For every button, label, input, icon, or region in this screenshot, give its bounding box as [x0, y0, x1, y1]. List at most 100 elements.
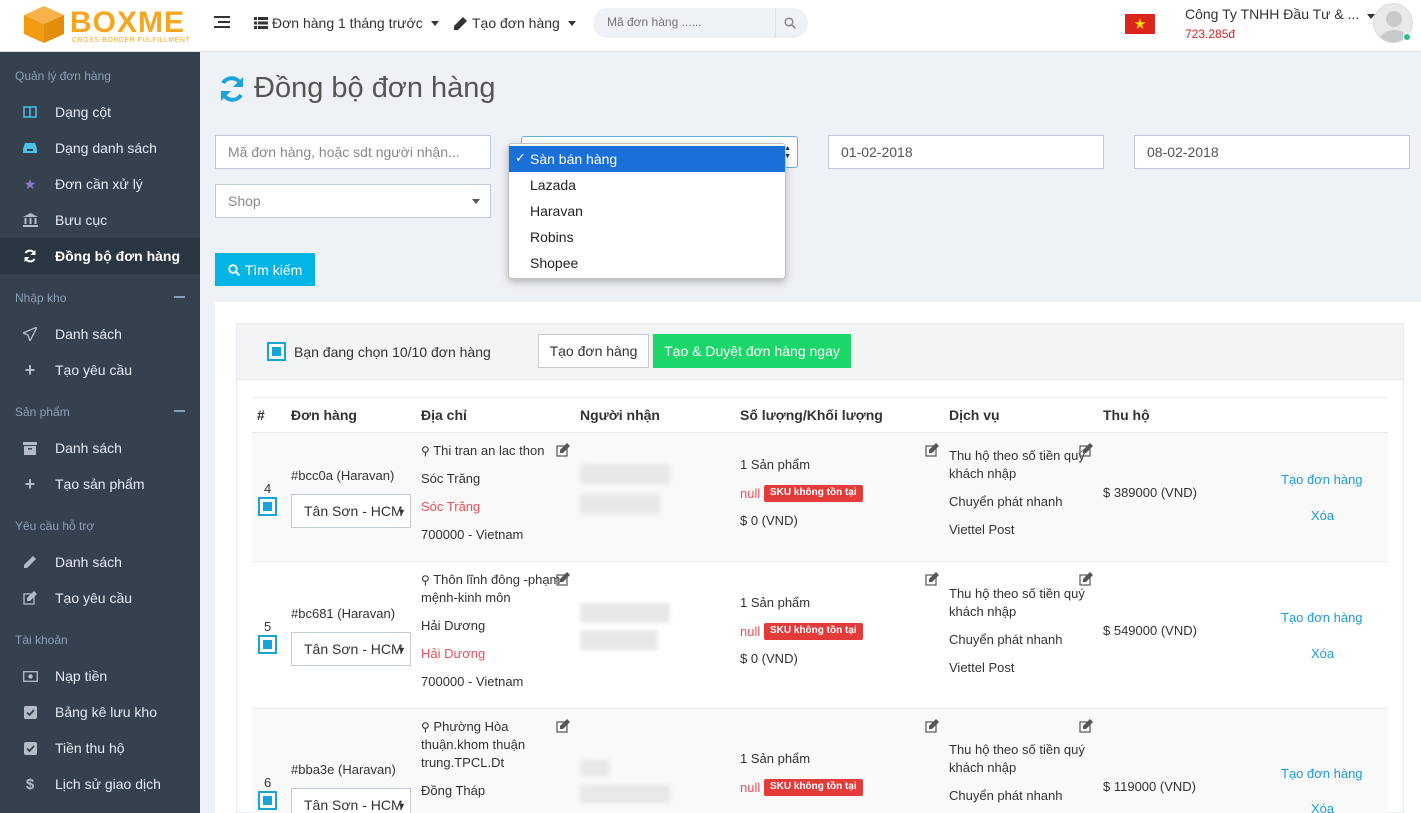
date-from-input[interactable]: 01-02-2018	[828, 135, 1104, 169]
edit-service-icon[interactable]	[1079, 443, 1093, 457]
create-order-menu[interactable]: Tạo đơn hàng	[453, 15, 576, 31]
shop-select[interactable]: Shop	[215, 184, 491, 218]
create-order-label: Tạo đơn hàng	[472, 15, 560, 31]
marketplace-dropdown: ✓ Sàn bán hàng Lazada Haravan Robins Sho…	[508, 143, 786, 279]
sidebar-item-storage-statement[interactable]: Bảng kê lưu kho	[0, 694, 200, 730]
sidebar-item-inbound-list[interactable]: Danh sách	[0, 316, 200, 352]
address-postal: 700000 - Vietnam	[421, 674, 524, 689]
create-order-link[interactable]: Tạo đơn hàng	[1281, 610, 1363, 625]
row-number: 4	[264, 481, 272, 496]
column-header-number: #	[257, 407, 265, 423]
edit-address-icon[interactable]	[556, 443, 570, 457]
page-title: Đồng bộ đơn hàng	[218, 72, 496, 105]
menu-toggle-icon[interactable]	[214, 15, 230, 29]
chevron-down-icon	[430, 20, 439, 26]
edit-service-icon[interactable]	[1079, 719, 1093, 733]
create-orders-button[interactable]: Tạo đơn hàng	[538, 334, 649, 368]
pencil-icon	[22, 554, 38, 570]
search-icon	[228, 263, 240, 276]
order-code: #bba3e (Haravan)	[291, 762, 396, 777]
select-all-checkbox[interactable]	[267, 342, 286, 361]
collapse-icon[interactable]	[174, 296, 185, 298]
sidebar-item-transactions[interactable]: $ Lịch sử giao dịch	[0, 766, 200, 802]
dropdown-option-shopee[interactable]: Shopee	[509, 250, 785, 276]
create-approve-button[interactable]: Tạo & Duyệt đơn hàng ngay	[653, 334, 851, 368]
sidebar-section-products: Sản phẩm	[15, 405, 70, 419]
sidebar-item-deposit[interactable]: Nạp tiền	[0, 658, 200, 694]
edit-address-icon[interactable]	[556, 719, 570, 733]
sku-null: null	[740, 780, 761, 795]
create-order-link[interactable]: Tạo đơn hàng	[1281, 766, 1363, 781]
delete-link[interactable]: Xóa	[1311, 508, 1334, 523]
address-province-warning: Hải Dương	[421, 646, 486, 661]
dropdown-option-robins[interactable]: Robins	[509, 224, 785, 250]
company-menu[interactable]: Công Ty TNHH Đầu Tư & ...	[1185, 6, 1376, 22]
address-line: ⚲ Thi tran an lac thon	[421, 443, 545, 458]
sidebar-item-post-office[interactable]: Bưu cục	[0, 202, 200, 238]
recipient-phone-redacted	[580, 630, 658, 650]
recipient-name-redacted	[580, 760, 610, 776]
row-checkbox[interactable]	[258, 497, 277, 516]
sku-null: null	[740, 486, 761, 501]
vietnam-flag-icon[interactable]	[1125, 14, 1155, 34]
collapse-icon[interactable]	[174, 410, 185, 412]
service-cod-type-2: khách nhập	[949, 604, 1017, 619]
company-name: Công Ty TNHH Đầu Tư & ...	[1185, 6, 1360, 22]
sidebar-item-list-view[interactable]: Dạng danh sách	[0, 130, 200, 166]
edit-quantity-icon[interactable]	[925, 443, 939, 457]
sku-missing-badge: SKU không tồn tại	[764, 623, 863, 640]
dropdown-option-lazada[interactable]: Lazada	[509, 172, 785, 198]
edit-service-icon[interactable]	[1079, 572, 1093, 586]
dropdown-option-marketplace[interactable]: ✓ Sàn bán hàng	[509, 146, 785, 172]
column-header-order: Đơn hàng	[291, 407, 357, 423]
delete-link[interactable]: Xóa	[1311, 801, 1334, 813]
shop-select-placeholder: Shop	[228, 193, 261, 209]
edit-address-icon[interactable]	[556, 572, 570, 586]
chevron-down-icon	[567, 20, 576, 26]
service-type: Chuyển phát nhanh	[949, 788, 1063, 803]
sidebar: Quản lý đơn hàng Dạng cột Dạng danh sách…	[0, 52, 200, 813]
sidebar-item-create-product[interactable]: + Tạo sản phẩm	[0, 466, 200, 502]
logo-subtitle: CROSS-BORDER FULFILLMENT	[72, 37, 191, 44]
sidebar-item-product-list[interactable]: Danh sách	[0, 430, 200, 466]
warehouse-select[interactable]: Tân Sơn - HCM ▼	[291, 632, 411, 666]
archive-icon	[22, 440, 38, 456]
check-icon: ✓	[515, 150, 526, 165]
sidebar-item-column-view[interactable]: Dạng cột	[0, 94, 200, 130]
address-line-2: thuận.khom thuận	[421, 737, 526, 752]
inbox-icon	[22, 140, 38, 156]
column-header-service: Dịch vụ	[949, 407, 1000, 423]
order-search-input[interactable]	[607, 15, 767, 29]
check-square-icon	[22, 740, 38, 756]
selection-count: Bạn đang chọn 10/10 đơn hàng	[294, 344, 491, 360]
sidebar-item-support-list[interactable]: Danh sách	[0, 544, 200, 580]
sidebar-item-order-sync[interactable]: Đồng bộ đơn hàng	[0, 238, 200, 274]
search-button[interactable]: Tìm kiếm	[215, 253, 315, 286]
carrier: Viettel Post	[949, 522, 1015, 537]
chevron-down-icon: ▼	[397, 507, 406, 517]
dropdown-option-haravan[interactable]: Haravan	[509, 198, 785, 224]
order-code-input[interactable]: Mã đơn hàng, hoặc sdt người nhận...	[215, 135, 491, 169]
sidebar-item-support-request[interactable]: Tạo yêu cầu	[0, 580, 200, 616]
sidebar-item-inbound-request[interactable]: + Tạo yêu cầu	[0, 352, 200, 388]
recipient-phone-redacted	[580, 494, 660, 514]
edit-quantity-icon[interactable]	[925, 719, 939, 733]
sidebar-item-cod[interactable]: Tiền thu hộ	[0, 730, 200, 766]
pencil-icon	[454, 17, 467, 30]
warehouse-select[interactable]: Tân Sơn - HCM ▼	[291, 494, 411, 528]
row-checkbox[interactable]	[258, 791, 277, 810]
boxme-logo[interactable]: BOXME CROSS-BORDER FULFILLMENT	[22, 2, 190, 46]
chevron-down-icon: ▼	[397, 801, 406, 811]
edit-quantity-icon[interactable]	[925, 572, 939, 586]
orders-filter-menu[interactable]: Đơn hàng 1 tháng trước	[254, 15, 439, 31]
warehouse-select[interactable]: Tân Sơn - HCM ▼	[291, 788, 411, 813]
delete-link[interactable]: Xóa	[1311, 646, 1334, 661]
search-icon[interactable]	[784, 17, 796, 29]
create-order-link[interactable]: Tạo đơn hàng	[1281, 472, 1363, 487]
row-checkbox[interactable]	[258, 635, 277, 654]
account-balance: 723.285đ	[1185, 27, 1236, 41]
date-to-input[interactable]: 08-02-2018	[1134, 135, 1410, 169]
service-cod-type: Thu hộ theo số tiền quý	[949, 586, 1085, 601]
search-button-label: Tìm kiếm	[244, 261, 303, 278]
sidebar-item-pending-orders[interactable]: ★ Đơn cần xử lý	[0, 166, 200, 202]
